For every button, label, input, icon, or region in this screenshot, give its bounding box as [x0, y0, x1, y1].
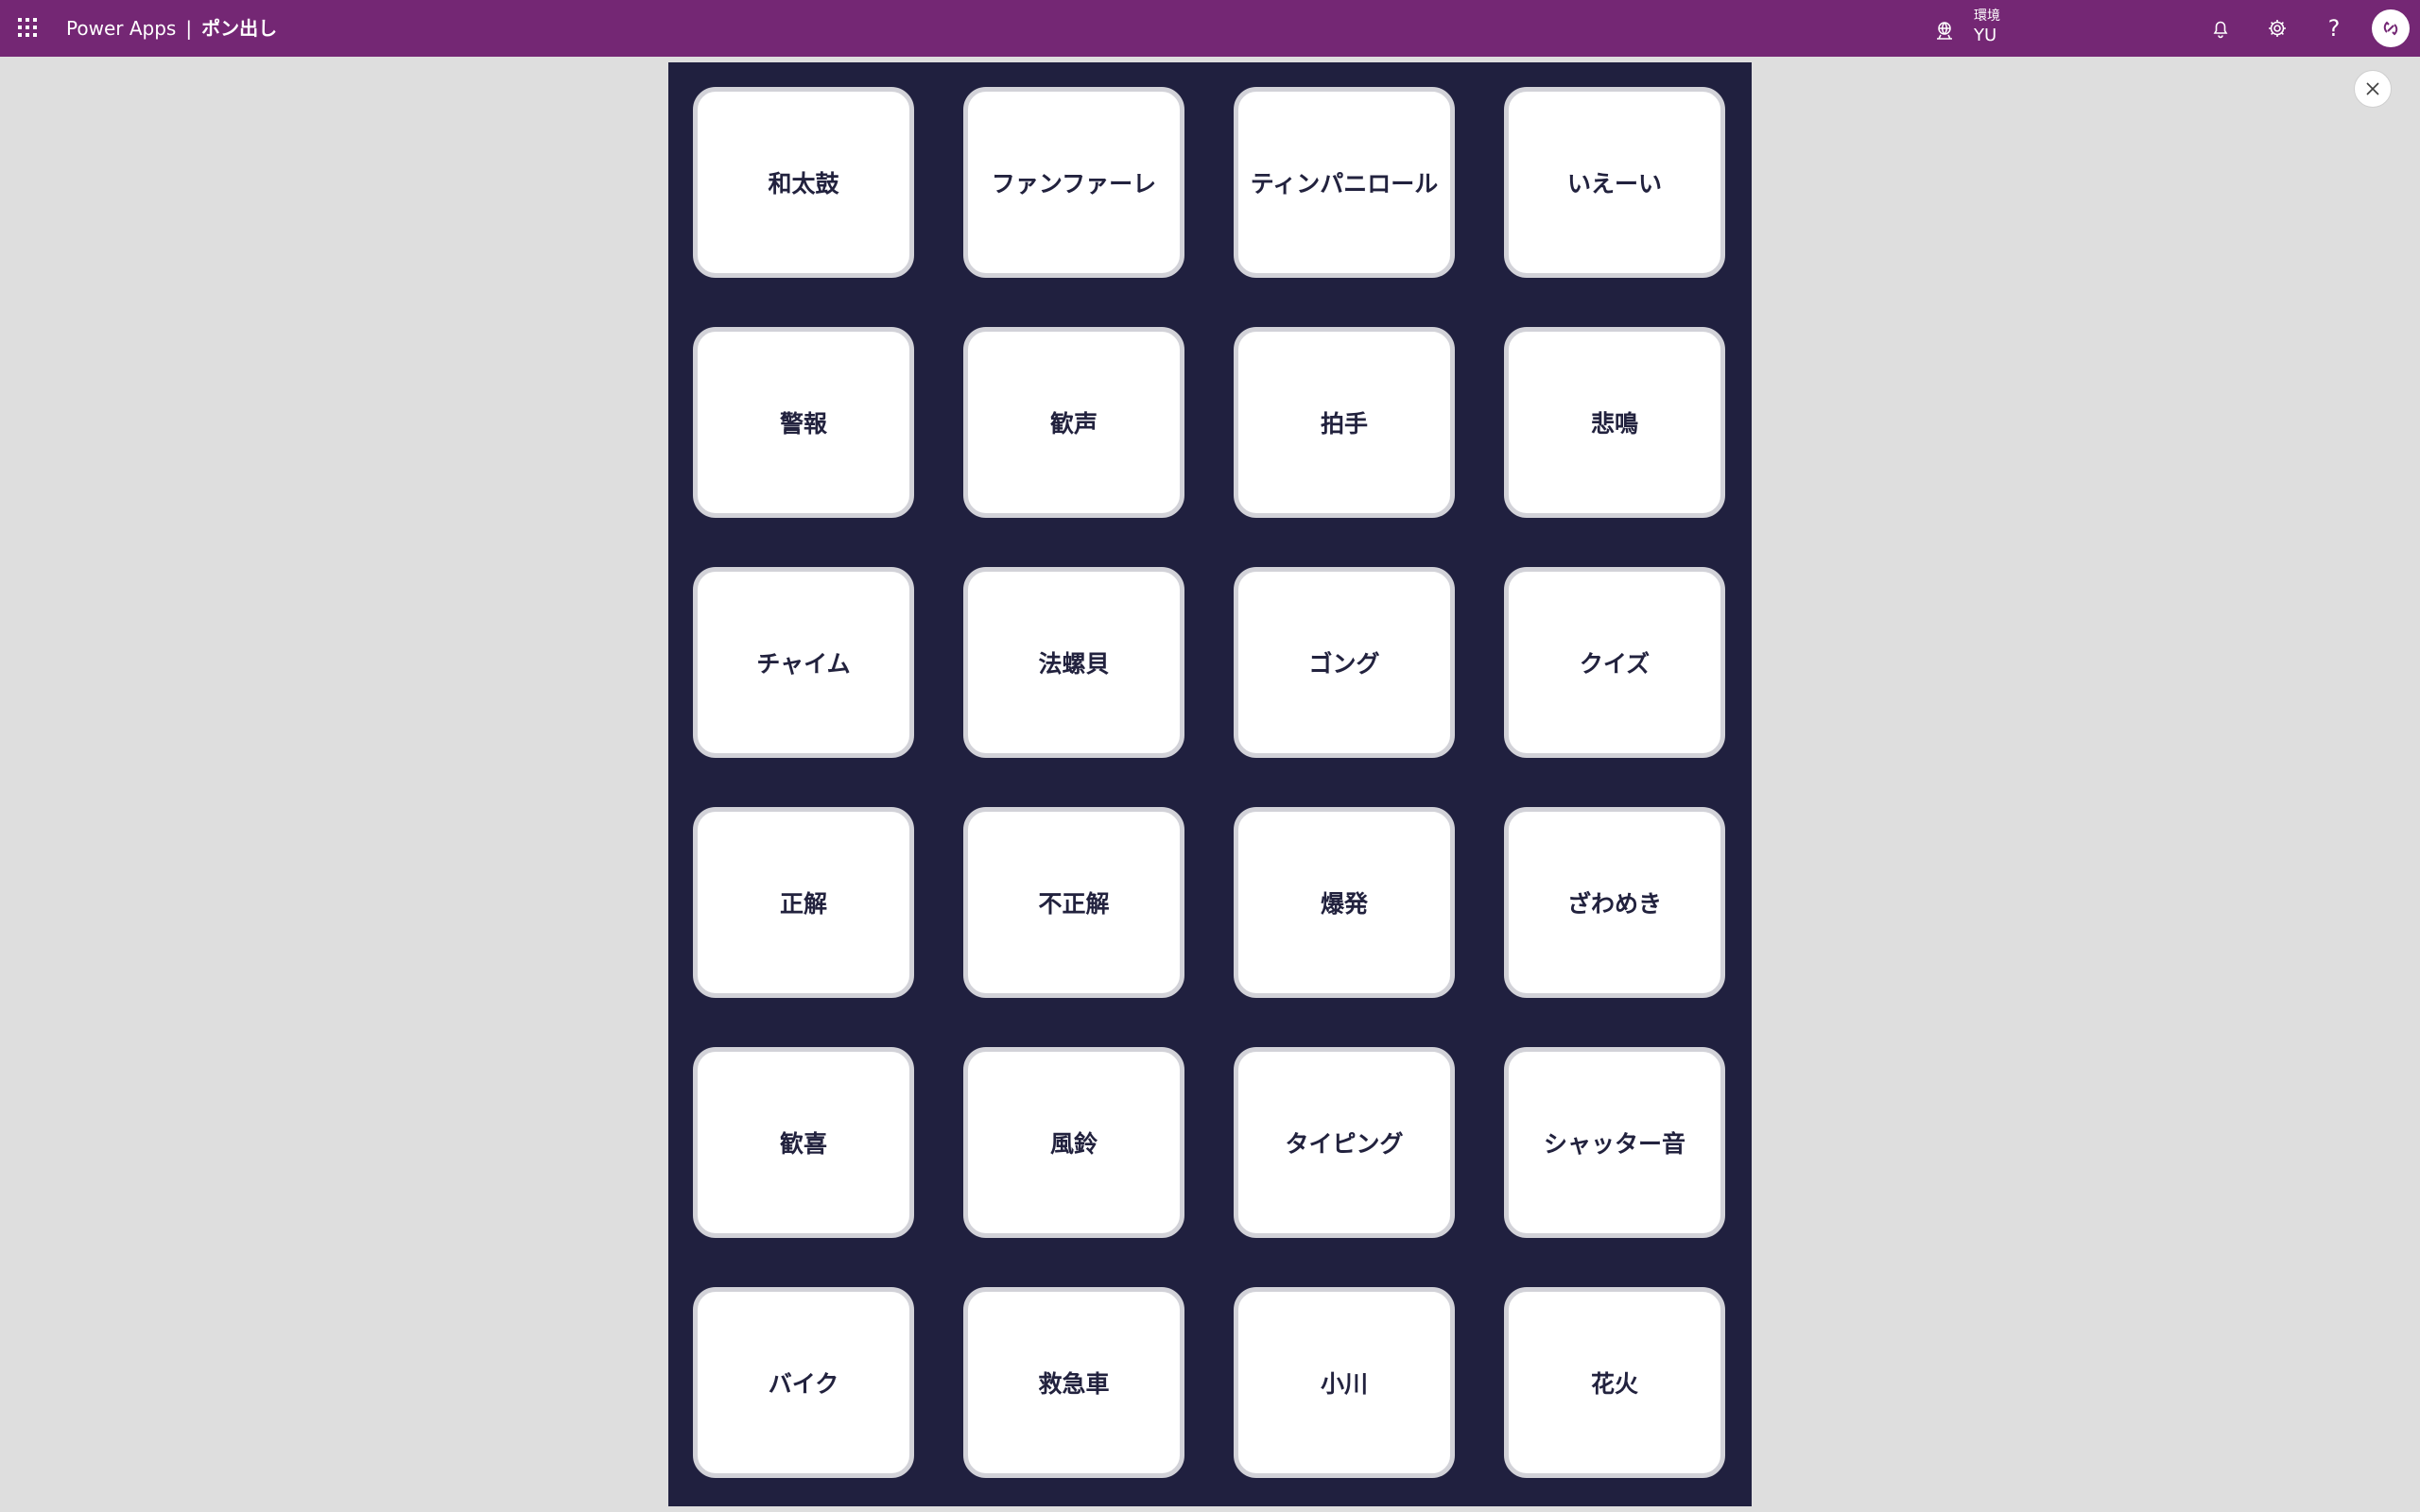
sound-button-wind-chime[interactable]: 風鈴 [963, 1047, 1184, 1238]
sound-button-chime[interactable]: チャイム [693, 567, 914, 758]
sound-button-timpani-roll[interactable]: ティンパニロール [1234, 87, 1455, 278]
top-app-bar: Power Apps | ポン出し 環境 YU ? [0, 0, 2420, 57]
sound-button-incorrect[interactable]: 不正解 [963, 807, 1184, 998]
sound-button-scream[interactable]: 悲鳴 [1504, 327, 1725, 518]
sound-button-wadaiko[interactable]: 和太鼓 [693, 87, 914, 278]
user-avatar-icon [2383, 21, 2398, 36]
environment-name: YU [1974, 26, 1997, 45]
sound-button-joy[interactable]: 歓喜 [693, 1047, 914, 1238]
sound-button-motorbike[interactable]: バイク [693, 1287, 914, 1478]
sound-button-correct[interactable]: 正解 [693, 807, 914, 998]
sound-button-cheer[interactable]: 歓声 [963, 327, 1184, 518]
app-name: ポン出し [201, 17, 278, 40]
help-button[interactable]: ? [2319, 13, 2349, 43]
sound-button-stream[interactable]: 小川 [1234, 1287, 1455, 1478]
close-button[interactable] [2354, 70, 2392, 108]
sound-button-quiz[interactable]: クイズ [1504, 567, 1725, 758]
sound-button-ambulance[interactable]: 救急車 [963, 1287, 1184, 1478]
settings-button[interactable] [2262, 13, 2292, 43]
notifications-button[interactable] [2205, 13, 2236, 43]
sound-button-fanfare[interactable]: ファンファーレ [963, 87, 1184, 278]
sound-button-conch[interactable]: 法螺貝 [963, 567, 1184, 758]
user-avatar[interactable] [2372, 9, 2410, 47]
sound-button-alarm[interactable]: 警報 [693, 327, 914, 518]
product-name[interactable]: Power Apps [66, 17, 176, 40]
sound-button-murmur[interactable]: ざわめき [1504, 807, 1725, 998]
environment-label: 環境 [1974, 9, 2000, 24]
title-separator: | [185, 17, 193, 40]
environment-icon [1937, 22, 1952, 40]
gear-icon [2269, 20, 2286, 37]
sound-button-explosion[interactable]: 爆発 [1234, 807, 1455, 998]
sound-button-fireworks[interactable]: 花火 [1504, 1287, 1725, 1478]
app-title: Power Apps | ポン出し [66, 16, 277, 41]
sound-board-canvas: 和太鼓 ファンファーレ ティンパニロール いえーい 警報 歓声 拍手 悲鳴 チャ… [668, 62, 1752, 1506]
sound-button-typing[interactable]: タイピング [1234, 1047, 1455, 1238]
sound-button-gong[interactable]: ゴング [1234, 567, 1455, 758]
bell-icon [2213, 21, 2228, 39]
sound-button-shutter[interactable]: シャッター音 [1504, 1047, 1725, 1238]
app-launcher-icon[interactable] [17, 17, 38, 38]
sound-button-yay[interactable]: いえーい [1504, 87, 1725, 278]
sound-button-applause[interactable]: 拍手 [1234, 327, 1455, 518]
close-icon [2366, 82, 2379, 95]
